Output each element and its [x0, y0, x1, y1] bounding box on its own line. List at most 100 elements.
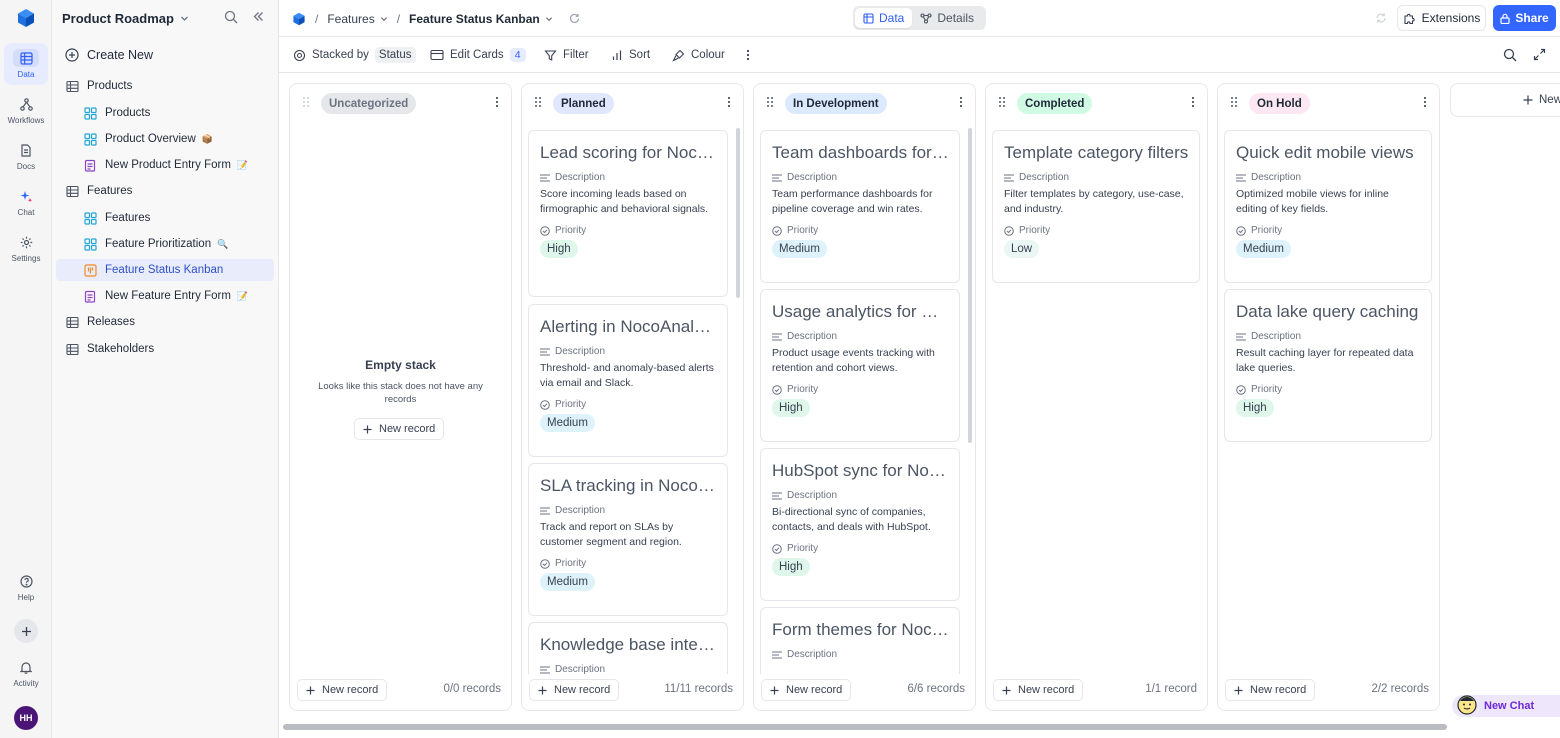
- priority-badge: High: [772, 558, 810, 576]
- breadcrumb-table[interactable]: Features: [327, 12, 374, 26]
- rail-item-settings[interactable]: Settings: [4, 227, 48, 269]
- kanban-card[interactable]: Quick edit mobile views Description Opti…: [1224, 130, 1432, 283]
- rail-item-chat[interactable]: Chat: [4, 181, 48, 223]
- base-title[interactable]: Product Roadmap: [62, 11, 174, 26]
- stacked-by-button[interactable]: Stacked by Status: [293, 37, 416, 73]
- check-circle-icon: [540, 225, 550, 236]
- more-vertical-icon[interactable]: [1191, 96, 1195, 108]
- card-title: Template category filters: [1004, 143, 1189, 162]
- rail-item-activity[interactable]: Activity: [4, 652, 48, 694]
- kanban-card[interactable]: Lead scoring for NocoCRM Description Sco…: [528, 130, 728, 297]
- table-icon: [65, 315, 79, 329]
- sidebar-table-products[interactable]: Products: [56, 75, 274, 97]
- drag-handle-icon[interactable]: [766, 96, 774, 108]
- more-vertical-icon[interactable]: [495, 96, 499, 108]
- new-record-label: New record: [786, 684, 843, 696]
- stack-title: In Development: [785, 93, 887, 114]
- add-base-button[interactable]: [14, 619, 38, 643]
- new-record-button[interactable]: New record: [1225, 679, 1316, 701]
- edit-cards-label: Edit Cards: [450, 49, 504, 61]
- empty-new-record-button[interactable]: New record: [354, 418, 445, 440]
- rail-item-data[interactable]: Data: [4, 43, 48, 85]
- drag-handle-icon[interactable]: [998, 96, 1006, 108]
- kanban-card[interactable]: Alerting in NocoAnalytics Description Th…: [528, 304, 728, 457]
- text-lines-icon: [1236, 333, 1246, 341]
- sort-button[interactable]: Sort: [611, 37, 650, 73]
- drag-handle-icon[interactable]: [302, 96, 310, 108]
- stack-footer: New record 11/11 records: [522, 674, 743, 710]
- more-vertical-icon[interactable]: [959, 96, 963, 108]
- chevron-down-icon[interactable]: [380, 15, 388, 23]
- stack-scrollbar[interactable]: [968, 128, 972, 443]
- sidebar-view-feature-prioritization[interactable]: Feature Prioritization 🔍: [56, 233, 274, 255]
- description-field-label: Description: [772, 172, 949, 183]
- more-options-button[interactable]: [746, 37, 750, 73]
- search-icon[interactable]: [1503, 48, 1517, 62]
- more-vertical-icon[interactable]: [727, 96, 731, 108]
- kanban-card[interactable]: Template category filters Description Fi…: [992, 130, 1200, 283]
- chevron-down-icon[interactable]: [180, 14, 189, 23]
- sidebar-table-features[interactable]: Features: [56, 180, 274, 202]
- kanban-card[interactable]: HubSpot sync for NocoCRM Description Bi-…: [760, 448, 960, 601]
- drag-handle-icon[interactable]: [1230, 96, 1238, 108]
- new-record-button[interactable]: New record: [993, 679, 1084, 701]
- new-chat-button[interactable]: New Chat: [1452, 695, 1560, 717]
- create-new-button[interactable]: Create New: [56, 44, 274, 66]
- card-description: Team performance dashboards for pipeline…: [772, 188, 933, 215]
- sidebar-view-features-grid[interactable]: Features: [56, 207, 274, 229]
- new-record-button[interactable]: New record: [529, 679, 620, 701]
- sidebar-view-products-grid[interactable]: Products: [56, 102, 274, 124]
- rail-item-help[interactable]: Help: [4, 566, 48, 608]
- sidebar: Product Roadmap Create New Products Prod…: [52, 0, 279, 738]
- kanban-card[interactable]: Knowledge base integration Description: [528, 622, 728, 674]
- expand-icon[interactable]: [1533, 48, 1546, 61]
- colour-button[interactable]: Colour: [672, 37, 725, 73]
- user-avatar[interactable]: HH: [14, 706, 38, 730]
- kanban-card[interactable]: Team dashboards for NocoCRM Description …: [760, 130, 960, 283]
- table-icon: [65, 79, 79, 93]
- filter-button[interactable]: Filter: [544, 37, 589, 73]
- reload-icon[interactable]: [569, 13, 580, 24]
- breadcrumb-view[interactable]: Feature Status Kanban: [409, 12, 540, 26]
- stack-scrollbar[interactable]: [736, 128, 740, 298]
- kanban-card[interactable]: Data lake query caching Description Resu…: [1224, 289, 1432, 442]
- description-field-label: Description: [540, 505, 717, 516]
- description-field-label: Description: [772, 649, 949, 660]
- base-logo-icon[interactable]: [292, 12, 306, 26]
- sidebar-table-releases[interactable]: Releases: [56, 311, 274, 333]
- new-record-button[interactable]: New record: [297, 679, 388, 701]
- horizontal-scrollbar[interactable]: [283, 724, 1447, 730]
- kanban-card[interactable]: Usage analytics for NocoAnalytics Descri…: [760, 289, 960, 442]
- sidebar-view-product-overview[interactable]: Product Overview 📦: [56, 128, 274, 150]
- priority-badge: Low: [1004, 240, 1040, 258]
- card-description: Product usage events tracking with reten…: [772, 347, 935, 374]
- priority-badge: Medium: [772, 240, 827, 258]
- sidebar-view-new-feature-form[interactable]: New Feature Entry Form 📝: [56, 285, 274, 307]
- rail-item-workflows[interactable]: Workflows: [4, 89, 48, 131]
- search-icon[interactable]: [224, 10, 238, 24]
- sort-icon: [611, 49, 623, 61]
- plus-icon: [1234, 686, 1243, 695]
- edit-cards-button[interactable]: Edit Cards 4: [430, 37, 526, 73]
- tab-details[interactable]: Details: [912, 8, 982, 28]
- chevron-down-icon[interactable]: [545, 15, 553, 23]
- add-stack-button[interactable]: New: [1450, 83, 1560, 117]
- rail-label: Settings: [11, 254, 41, 263]
- more-vertical-icon[interactable]: [1423, 96, 1427, 108]
- tab-data[interactable]: Data: [855, 8, 913, 28]
- new-record-button[interactable]: New record: [761, 679, 852, 701]
- kanban-card[interactable]: Form themes for NocoForms Description: [760, 607, 960, 674]
- rail-item-docs[interactable]: Docs: [4, 135, 48, 177]
- drag-handle-icon[interactable]: [534, 96, 542, 108]
- sidebar-view-new-product-form[interactable]: New Product Entry Form 📝: [56, 154, 274, 176]
- kanban-card[interactable]: SLA tracking in NocoDesk Description Tra…: [528, 463, 728, 616]
- app-logo-icon[interactable]: [16, 8, 36, 28]
- record-count: 2/2 records: [1371, 683, 1429, 695]
- sidebar-view-feature-status-kanban[interactable]: Feature Status Kanban: [56, 259, 274, 281]
- rail-label: Activity: [13, 679, 39, 688]
- sidebar-item-label: Product Overview: [105, 133, 196, 145]
- sidebar-table-stakeholders[interactable]: Stakeholders: [56, 338, 274, 360]
- extensions-button[interactable]: Extensions: [1397, 5, 1486, 31]
- collapse-sidebar-icon[interactable]: [252, 10, 265, 23]
- share-button[interactable]: Share: [1493, 5, 1556, 31]
